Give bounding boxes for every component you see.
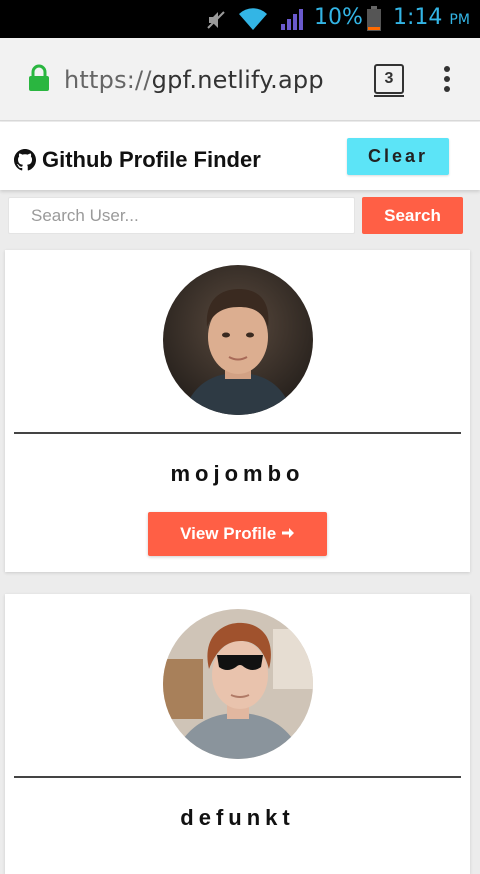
lock-icon <box>29 64 49 91</box>
clock-ampm: PM <box>449 12 470 28</box>
view-profile-button[interactable]: View Profile <box>148 512 327 556</box>
clock-time: 1:14 <box>393 5 443 30</box>
search-input[interactable] <box>8 197 355 234</box>
status-bar: 10% 1:14 PM <box>0 0 480 38</box>
url-field[interactable]: https://gpf.netlify.app <box>64 66 324 94</box>
app-navbar: Github Profile Finder Clear <box>0 122 480 190</box>
card-divider <box>14 776 461 778</box>
wifi-icon <box>239 8 267 30</box>
url-host: gpf.netlify.app <box>151 66 324 94</box>
clock: 1:14 PM <box>393 5 470 30</box>
browser-url-bar: https://gpf.netlify.app 3 <box>0 38 480 121</box>
url-protocol: https:// <box>64 66 152 94</box>
tab-switcher-underline <box>374 95 404 97</box>
mute-icon <box>207 11 225 29</box>
view-profile-label: View Profile <box>180 524 277 543</box>
avatar <box>163 265 313 415</box>
username: mojombo <box>170 461 305 486</box>
signal-icon <box>281 9 303 30</box>
user-card: mojombo View Profile <box>5 250 470 572</box>
search-button[interactable]: Search <box>362 197 463 234</box>
tab-switcher-button[interactable]: 3 <box>374 64 404 94</box>
overflow-menu-icon[interactable] <box>444 66 454 96</box>
arrow-right-icon <box>281 528 294 538</box>
avatar <box>163 609 313 759</box>
username: defunkt <box>180 805 295 830</box>
card-divider <box>14 432 461 434</box>
github-icon <box>14 149 36 171</box>
battery-icon <box>367 6 381 31</box>
clear-button[interactable]: Clear <box>347 138 449 175</box>
app-title: Github Profile Finder <box>42 147 261 172</box>
user-card: defunkt <box>5 594 470 874</box>
battery-percent: 10% <box>314 5 363 30</box>
tab-count: 3 <box>384 70 394 87</box>
